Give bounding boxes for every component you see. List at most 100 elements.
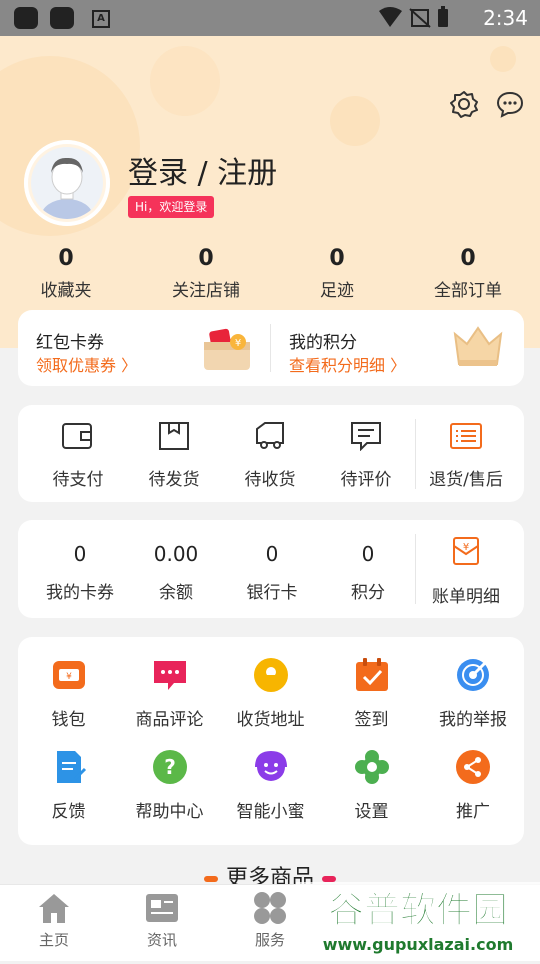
- box-icon: [159, 422, 189, 450]
- tool-label: 设置: [354, 802, 389, 822]
- stat-label: 收藏夹: [40, 281, 92, 301]
- tool-label: 收货地址: [236, 710, 305, 730]
- tool-feedback[interactable]: 反馈: [18, 749, 119, 822]
- promo-card: 红包卡券 领取优惠券 〉 ¥ 我的积分 查看积分明细 〉: [18, 310, 524, 386]
- settings-icon[interactable]: [450, 90, 478, 118]
- order-pending-receipt[interactable]: 待收货: [222, 421, 318, 490]
- coupon-entry[interactable]: 红包卡券 领取优惠券 〉 ¥: [18, 310, 270, 386]
- account-bank-card[interactable]: 0 银行卡: [224, 540, 320, 603]
- account-bill-details[interactable]: ¥ 账单明细: [416, 536, 516, 607]
- coupon-title: 红包卡券: [36, 333, 104, 353]
- message-icon[interactable]: [496, 90, 524, 118]
- watermark-title: 谷普软件园: [328, 890, 508, 931]
- stat-number: 0: [58, 246, 74, 271]
- account-label: 余额: [159, 583, 193, 603]
- wallet-icon: [62, 423, 92, 449]
- bill-icon: ¥: [453, 537, 479, 565]
- svg-text:¥: ¥: [235, 338, 241, 349]
- comment-icon: [153, 661, 186, 690]
- tab-home[interactable]: 主页: [9, 891, 99, 950]
- points-link[interactable]: 查看积分明细 〉: [289, 352, 406, 376]
- tool-smart-assistant[interactable]: 智能小蜜: [220, 749, 321, 822]
- order-label: 待发货: [148, 470, 200, 490]
- tab-label: 资讯: [146, 931, 177, 949]
- account-balance[interactable]: 0.00 余额: [128, 540, 224, 603]
- help-icon: ?: [152, 750, 187, 784]
- tool-check-in[interactable]: 签到: [321, 657, 422, 730]
- tool-label: 商品评论: [135, 710, 204, 730]
- settings-icon: [354, 750, 389, 784]
- avatar[interactable]: [31, 147, 103, 219]
- order-pending-payment[interactable]: 待支付: [30, 421, 126, 490]
- tool-promote[interactable]: 推广: [422, 749, 524, 822]
- account-number: 0: [265, 542, 279, 566]
- tools-card: ¥ 钱包 商品评论 收货地址 签到 我的举报 反馈 ? 帮助中心 智能小蜜 设置…: [18, 637, 524, 845]
- wifi-battery-icon: [379, 6, 448, 28]
- stat-followed-shops[interactable]: 0 关注店铺: [146, 246, 266, 301]
- tool-my-reports[interactable]: 我的举报: [422, 657, 524, 730]
- points-entry[interactable]: 我的积分 查看积分明细 〉: [271, 310, 524, 386]
- tool-label: 我的举报: [439, 710, 507, 730]
- system-icons: [376, 5, 456, 35]
- stat-all-orders[interactable]: 0 全部订单: [408, 246, 528, 301]
- watermark: 谷普软件园 www.gupuxlazai.com: [296, 874, 540, 960]
- news-icon: [146, 894, 178, 922]
- tool-settings[interactable]: 设置: [321, 749, 422, 822]
- coupon-link[interactable]: 领取优惠券 〉: [36, 352, 137, 376]
- order-label: 待收货: [244, 470, 296, 490]
- account-points[interactable]: 0 积分: [320, 540, 416, 603]
- notification-icon: [14, 7, 38, 29]
- tool-label: 智能小蜜: [236, 802, 305, 822]
- tool-label: 推广: [456, 802, 490, 822]
- order-pending-shipment[interactable]: 待发货: [126, 421, 222, 490]
- feedback-icon: [56, 751, 86, 783]
- account-card: 0 我的卡券 0.00 余额 0 银行卡 0 积分 ¥ 账单明细: [18, 520, 524, 618]
- home-icon: [39, 894, 69, 923]
- account-number: 0: [361, 542, 375, 566]
- order-pending-review[interactable]: 待评价: [318, 421, 414, 490]
- red-packet-icon: ¥: [204, 328, 250, 370]
- svg-text:¥: ¥: [66, 672, 72, 682]
- stat-favorites[interactable]: 0 收藏夹: [6, 246, 126, 301]
- calendar-icon: [355, 658, 388, 691]
- tool-wallet[interactable]: ¥ 钱包: [18, 657, 119, 730]
- comment-icon: [351, 422, 381, 452]
- tool-shipping-address[interactable]: 收货地址: [220, 657, 321, 730]
- stat-footprints[interactable]: 0 足迹: [277, 246, 397, 301]
- stat-label: 全部订单: [434, 281, 502, 301]
- tab-news[interactable]: 资讯: [117, 891, 207, 950]
- user-avatar-icon: [41, 157, 93, 219]
- stat-label: 关注店铺: [172, 281, 240, 301]
- order-label: 待评价: [340, 470, 392, 490]
- truck-icon: [256, 422, 284, 449]
- orders-card: 待支付 待发货 待收货 待评价 退货/售后: [18, 405, 524, 502]
- login-register-link[interactable]: 登录 / 注册: [128, 148, 277, 192]
- service-icon: [254, 892, 286, 924]
- share-icon: [456, 750, 490, 784]
- account-label: 账单明细: [432, 587, 500, 607]
- account-label: 积分: [351, 583, 385, 603]
- app-notification-icon: A: [92, 10, 110, 28]
- decor-dash-icon: [203, 876, 218, 882]
- tool-label: 反馈: [51, 802, 86, 822]
- target-icon: [457, 659, 489, 691]
- tool-label: 钱包: [51, 710, 86, 730]
- tool-label: 签到: [354, 710, 389, 730]
- tool-product-reviews[interactable]: 商品评论: [119, 657, 220, 730]
- tool-help-center[interactable]: ? 帮助中心: [119, 749, 220, 822]
- tab-label: 主页: [38, 931, 69, 949]
- points-title: 我的积分: [289, 333, 357, 353]
- notification-icon: [50, 7, 74, 29]
- order-label: 退货/售后: [429, 470, 503, 490]
- stat-number: 0: [198, 246, 214, 271]
- location-icon: [253, 658, 288, 692]
- account-my-coupons[interactable]: 0 我的卡券: [32, 540, 128, 603]
- order-returns[interactable]: 退货/售后: [416, 421, 516, 490]
- wallet-icon: ¥: [52, 661, 85, 689]
- stat-number: 0: [329, 246, 345, 271]
- crown-icon: [453, 326, 503, 366]
- account-number: 0: [73, 542, 87, 566]
- stat-label: 足迹: [320, 281, 354, 301]
- status-time: 2:34: [483, 6, 528, 30]
- order-label: 待支付: [52, 470, 104, 490]
